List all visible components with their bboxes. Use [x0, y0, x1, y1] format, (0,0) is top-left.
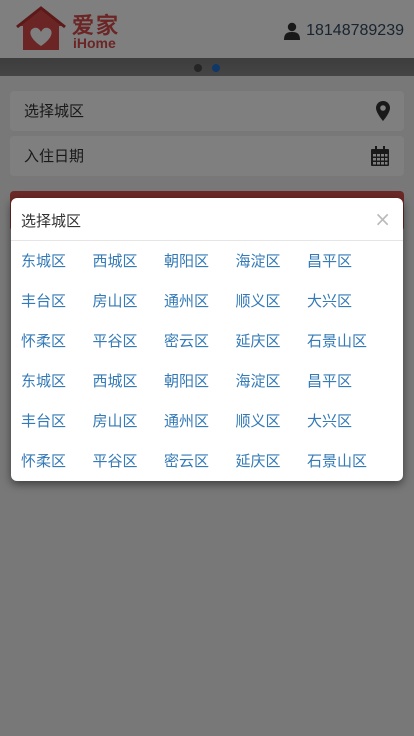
area-link[interactable]: 通州区: [164, 410, 236, 450]
area-link[interactable]: 密云区: [164, 450, 236, 490]
close-icon[interactable]: ×: [374, 207, 391, 231]
area-row: 丰台区 房山区 通州区 顺义区 大兴区: [21, 410, 393, 450]
area-row: 丰台区 房山区 通州区 顺义区 大兴区: [21, 290, 393, 330]
modal-title: 选择城区: [21, 212, 82, 230]
area-link[interactable]: 朝阳区: [164, 370, 236, 410]
area-link[interactable]: 东城区: [21, 370, 93, 410]
area-link[interactable]: 石景山区: [307, 450, 379, 490]
area-link[interactable]: 怀柔区: [21, 330, 93, 370]
area-link[interactable]: 昌平区: [307, 370, 379, 410]
area-row: 东城区 西城区 朝阳区 海淀区 昌平区: [21, 250, 393, 290]
area-link[interactable]: 丰台区: [21, 410, 93, 450]
area-link[interactable]: 平谷区: [93, 450, 165, 490]
area-link[interactable]: 东城区: [21, 250, 93, 290]
area-link[interactable]: 平谷区: [93, 330, 165, 370]
area-link[interactable]: 延庆区: [236, 330, 308, 370]
area-select-modal: 选择城区 × 东城区 西城区 朝阳区 海淀区 昌平区 丰台区 房山区 通州区 顺…: [11, 198, 403, 481]
area-link[interactable]: 海淀区: [236, 370, 308, 410]
area-link[interactable]: 延庆区: [236, 450, 308, 490]
modal-header: 选择城区 ×: [11, 198, 403, 241]
area-link[interactable]: 石景山区: [307, 330, 379, 370]
area-link[interactable]: 西城区: [93, 250, 165, 290]
area-link[interactable]: 通州区: [164, 290, 236, 330]
area-link[interactable]: 怀柔区: [21, 450, 93, 490]
area-link[interactable]: 朝阳区: [164, 250, 236, 290]
area-link[interactable]: 房山区: [93, 290, 165, 330]
area-link[interactable]: 西城区: [93, 370, 165, 410]
area-link[interactable]: 海淀区: [236, 250, 308, 290]
area-link[interactable]: 房山区: [93, 410, 165, 450]
area-link[interactable]: 顺义区: [236, 410, 308, 450]
area-row: 怀柔区 平谷区 密云区 延庆区 石景山区: [21, 330, 393, 370]
area-row: 怀柔区 平谷区 密云区 延庆区 石景山区: [21, 450, 393, 490]
area-link[interactable]: 顺义区: [236, 290, 308, 330]
area-link[interactable]: 密云区: [164, 330, 236, 370]
area-link[interactable]: 丰台区: [21, 290, 93, 330]
area-list: 东城区 西城区 朝阳区 海淀区 昌平区 丰台区 房山区 通州区 顺义区 大兴区 …: [21, 250, 393, 490]
area-link[interactable]: 昌平区: [307, 250, 379, 290]
area-row: 东城区 西城区 朝阳区 海淀区 昌平区: [21, 370, 393, 410]
area-link[interactable]: 大兴区: [307, 290, 379, 330]
area-link[interactable]: 大兴区: [307, 410, 379, 450]
